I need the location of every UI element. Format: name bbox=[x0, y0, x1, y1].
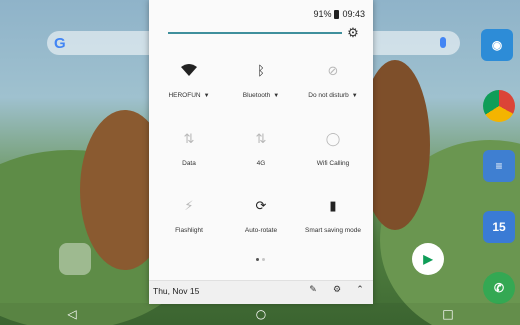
tile-wifi-calling-label: Wifi Calling bbox=[316, 160, 350, 167]
battery-percent: 91% bbox=[313, 9, 332, 19]
home-icon[interactable]: ○ bbox=[252, 305, 270, 323]
back-icon[interactable]: ◁ bbox=[63, 305, 81, 323]
tile-do-not-disturb[interactable]: ⊘ Do not disturb ▼ bbox=[296, 64, 370, 124]
google-logo-icon: G bbox=[54, 35, 66, 52]
wifi-dropdown-icon[interactable]: ▼ bbox=[204, 93, 210, 99]
wifi-icon bbox=[152, 64, 226, 82]
battery-icon bbox=[334, 9, 340, 19]
phone-app-icon[interactable]: ✆ bbox=[483, 272, 515, 304]
4g-off-icon: ⇅ bbox=[255, 132, 267, 147]
recents-icon[interactable]: □ bbox=[439, 305, 457, 323]
page-dot-active bbox=[256, 258, 259, 261]
collapse-chevron-icon[interactable]: ⌃ bbox=[353, 285, 367, 295]
tile-dnd-label: Do not disturb bbox=[308, 92, 349, 99]
calendar-app-icon[interactable]: 15 bbox=[483, 211, 515, 243]
tile-smart-saving[interactable]: ▮ Smart saving mode bbox=[296, 199, 370, 259]
page-dot-inactive[interactable] bbox=[262, 258, 265, 261]
bluetooth-dropdown-icon[interactable]: ▼ bbox=[273, 93, 279, 99]
date-label: Thu, Nov 15 bbox=[153, 286, 200, 296]
edit-icon[interactable]: ✎ bbox=[306, 285, 320, 295]
play-store-app-icon[interactable]: ▶ bbox=[412, 243, 444, 275]
tile-wifi[interactable]: HEROFUN ▼ bbox=[152, 64, 226, 124]
mic-icon[interactable] bbox=[440, 37, 446, 48]
tile-smart-saving-label: Smart saving mode bbox=[305, 227, 361, 234]
flashlight-off-icon: ⚡ bbox=[184, 199, 194, 214]
page-indicator bbox=[256, 258, 265, 261]
tile-4g[interactable]: ⇅ 4G bbox=[224, 132, 298, 192]
bluetooth-icon: ᛒ bbox=[257, 64, 265, 79]
brightness-slider[interactable] bbox=[168, 32, 342, 34]
quick-settings-footer: Thu, Nov 15 ✎ ⚙ ⌃ bbox=[149, 280, 373, 304]
messages-app-icon[interactable]: ≡ bbox=[483, 150, 515, 182]
quick-settings-panel: 91% 09:43 ⚙ HEROFUN ▼ ᛒ Bluetooth ▼ ⊘ Do n… bbox=[149, 0, 373, 304]
clock: 09:43 bbox=[342, 9, 365, 19]
tile-4g-label: 4G bbox=[256, 160, 266, 167]
chrome-app-icon[interactable] bbox=[483, 90, 515, 122]
wifi-calling-icon: ◯ bbox=[325, 132, 341, 147]
data-off-icon: ⇅ bbox=[183, 132, 195, 147]
tile-wifi-calling[interactable]: ◯ Wifi Calling bbox=[296, 132, 370, 192]
do-not-disturb-icon: ⊘ bbox=[327, 64, 339, 79]
tile-flashlight-label: Flashlight bbox=[175, 227, 203, 234]
dnd-dropdown-icon[interactable]: ▼ bbox=[352, 93, 358, 99]
camera-app-icon[interactable]: ◉ bbox=[481, 29, 513, 61]
battery-saver-icon: ▮ bbox=[329, 199, 337, 214]
google-folder-icon[interactable] bbox=[59, 243, 91, 275]
auto-rotate-icon: ⟳ bbox=[255, 199, 267, 214]
tile-wifi-label: HEROFUN bbox=[168, 92, 201, 99]
settings-gear-icon[interactable]: ⚙ bbox=[330, 285, 344, 295]
tile-data[interactable]: ⇅ Data bbox=[152, 132, 226, 192]
tile-flashlight[interactable]: ⚡ Flashlight bbox=[152, 199, 226, 259]
brightness-settings-gear-icon[interactable]: ⚙ bbox=[346, 26, 360, 40]
tile-bluetooth[interactable]: ᛒ Bluetooth ▼ bbox=[224, 64, 298, 124]
status-bar: 91% 09:43 bbox=[313, 9, 365, 19]
tile-data-label: Data bbox=[182, 160, 196, 167]
tile-bluetooth-label: Bluetooth bbox=[242, 92, 271, 99]
tile-auto-rotate-label: Auto-rotate bbox=[244, 227, 278, 234]
tile-auto-rotate[interactable]: ⟳ Auto-rotate bbox=[224, 199, 298, 259]
